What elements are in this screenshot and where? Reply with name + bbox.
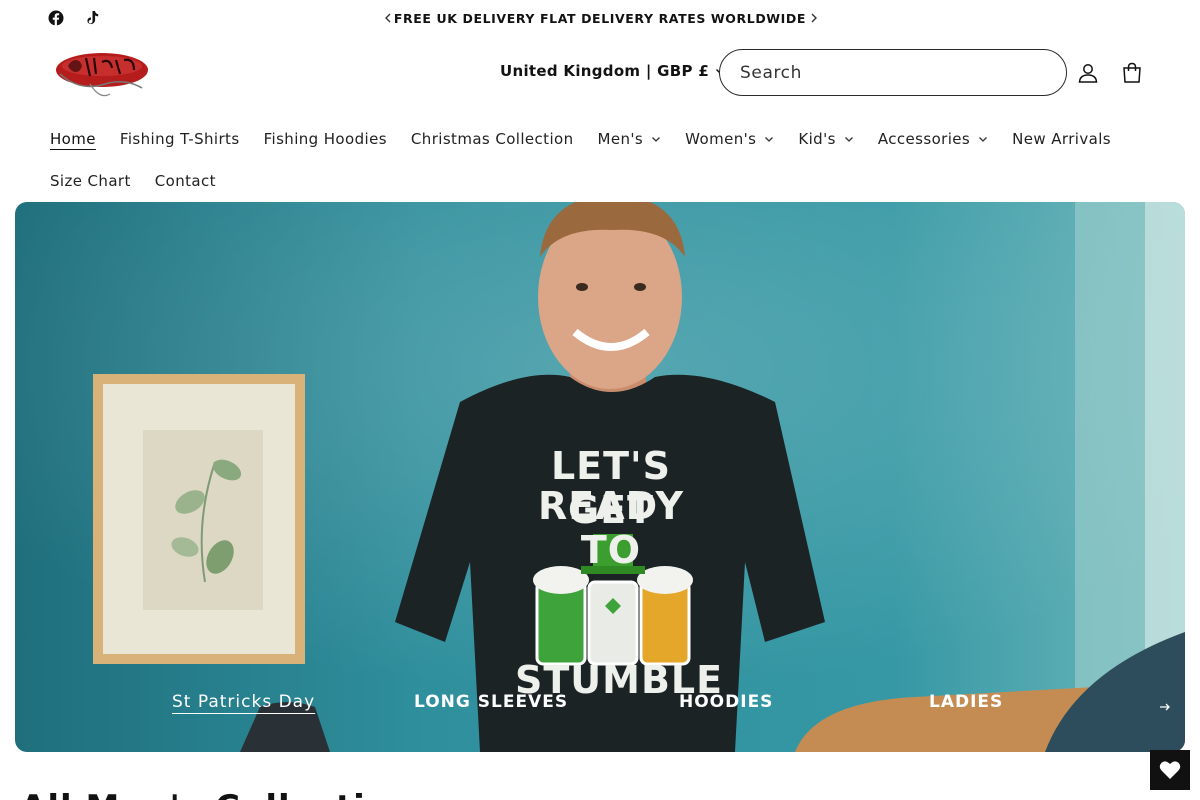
nav-item-label: Home [50, 130, 96, 148]
wishlist-button[interactable] [1150, 750, 1190, 790]
slide-tab-long-sleeves[interactable]: LONG SLEEVES [414, 692, 568, 712]
nav-item-label: Accessories [877, 130, 971, 148]
hero-slideshow: LET'S GET READY TO STUMBLE St Patricks D… [15, 202, 1185, 752]
nav-item-label: Kid's [798, 130, 836, 148]
slideshow-tabs: St Patricks Day LONG SLEEVES HOODIES LAD… [15, 692, 1185, 722]
nav-item-mens[interactable]: Men's [586, 130, 674, 148]
nav-item-contact[interactable]: Contact [143, 172, 228, 190]
shirt-text-line-2: READY TO [538, 484, 684, 572]
country-label: United Kingdom | GBP £ [500, 62, 710, 80]
nav-item-label: Size Chart [50, 172, 131, 190]
nav-item-label: Women's [685, 130, 757, 148]
nav-item-label: Men's [597, 130, 644, 148]
announcement-bar: FREE UK DELIVERY FLAT DELIVERY RATES WOR… [0, 0, 1200, 38]
nav-item-label: Christmas Collection [410, 130, 574, 148]
chevron-down-icon [765, 137, 774, 142]
arrow-right-icon[interactable] [1157, 699, 1173, 715]
chevron-down-icon [979, 137, 988, 142]
section-heading: All Men's Collection [20, 788, 415, 800]
nav-item-label: New Arrivals [1012, 130, 1111, 148]
nav-item-label: Contact [154, 172, 216, 190]
slide-tab-hoodies[interactable]: HOODIES [679, 692, 773, 712]
nav-item-size-chart[interactable]: Size Chart [38, 172, 143, 190]
announcement-next-button[interactable] [806, 10, 822, 26]
nav-item-label: Fishing Hoodies [263, 130, 387, 148]
country-selector[interactable]: United Kingdom | GBP £ [500, 62, 725, 80]
chevron-down-icon [652, 137, 661, 142]
nav-item-womens[interactable]: Women's [673, 130, 786, 148]
nav-row-primary: Home Fishing T-Shirts Fishing Hoodies Ch… [38, 118, 1168, 160]
cart-icon[interactable] [1120, 61, 1144, 85]
heart-icon [1159, 761, 1181, 779]
nav-item-label: Fishing T-Shirts [119, 130, 240, 148]
slide-tab-ladies[interactable]: LADIES [929, 692, 1003, 712]
nav-item-fishing-tshirts[interactable]: Fishing T-Shirts [108, 130, 252, 148]
slide-tab-st-patricks[interactable]: St Patricks Day [172, 692, 315, 712]
chevron-down-icon [844, 137, 853, 142]
announcement-text: FREE UK DELIVERY FLAT DELIVERY RATES WOR… [393, 11, 807, 26]
nav-item-kids[interactable]: Kid's [786, 130, 865, 148]
store-logo[interactable] [50, 44, 154, 102]
nav-item-fishing-hoodies[interactable]: Fishing Hoodies [252, 130, 399, 148]
search-input[interactable] [719, 49, 1067, 96]
nav-item-christmas-collection[interactable]: Christmas Collection [399, 130, 586, 148]
nav-row-secondary: Size Chart Contact [38, 160, 1168, 202]
main-navigation: Home Fishing T-Shirts Fishing Hoodies Ch… [38, 118, 1168, 202]
account-icon[interactable] [1076, 61, 1100, 85]
nav-item-new-arrivals[interactable]: New Arrivals [1000, 130, 1123, 148]
nav-item-accessories[interactable]: Accessories [866, 130, 1000, 148]
nav-item-home[interactable]: Home [38, 130, 108, 148]
